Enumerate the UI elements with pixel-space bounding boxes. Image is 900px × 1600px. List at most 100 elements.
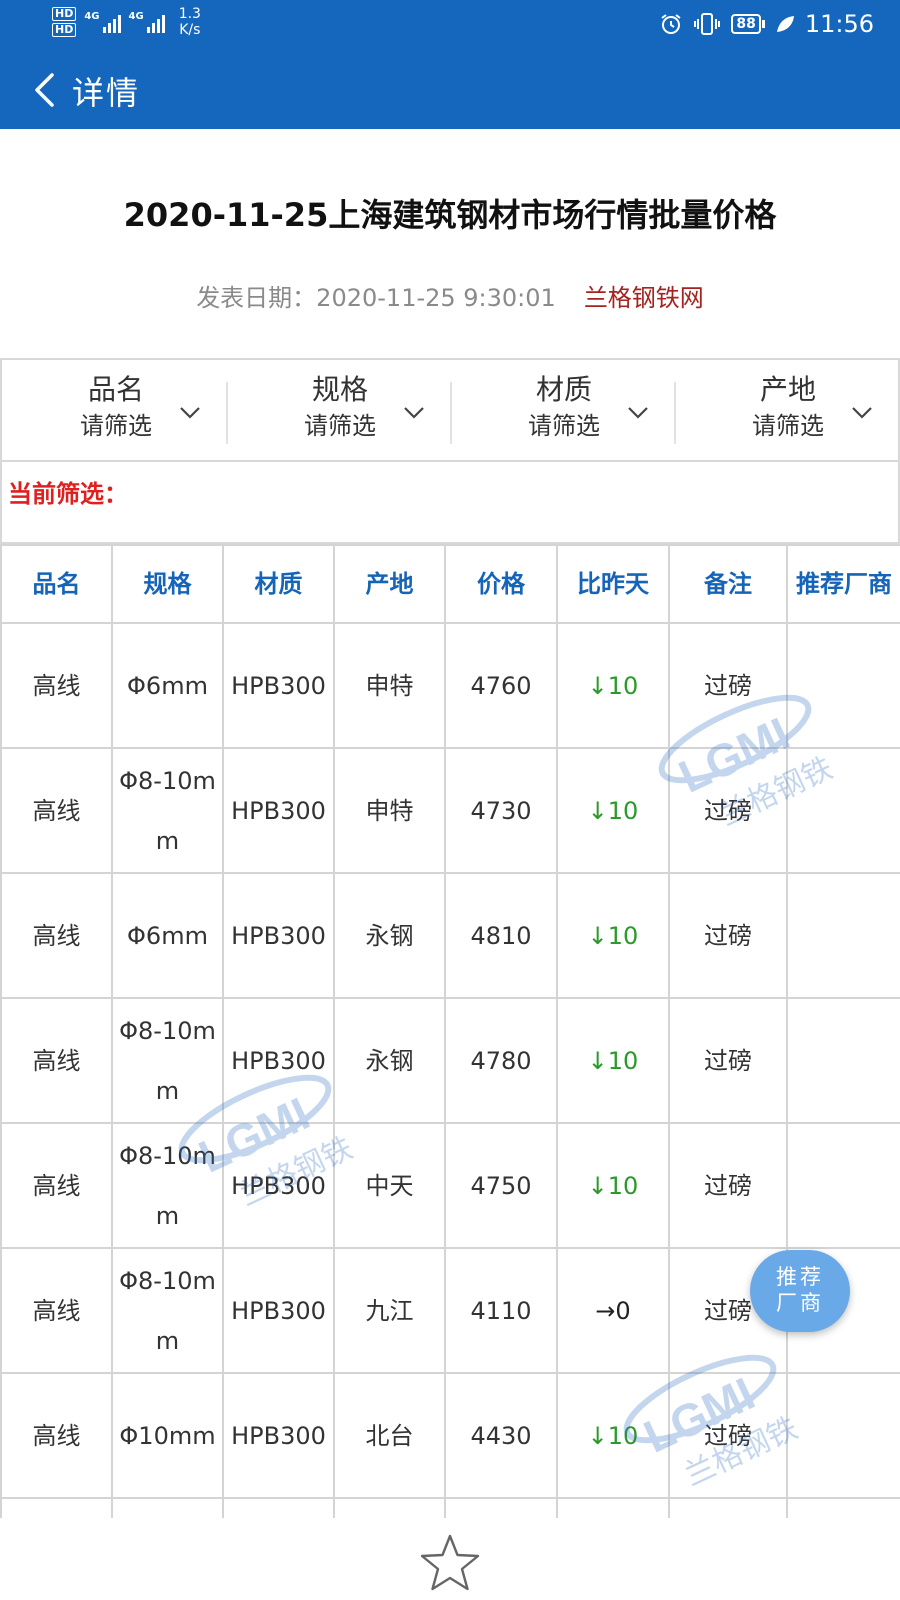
nav-bar: 详情 bbox=[0, 62, 900, 118]
app-header: HD HD 4G 4G 1.3 K/s 88 11:56 详情 bbox=[0, 0, 900, 129]
cell-origin: 申特 bbox=[333, 622, 446, 749]
table-row: 高线 Φ6mm HPB300 永钢 4810 ↓10 过磅 bbox=[0, 872, 900, 999]
filter-bar: 品名 请筛选 规格 请筛选 材质 请筛选 产地 请筛选 bbox=[0, 358, 900, 462]
chevron-down-icon bbox=[180, 407, 200, 419]
status-bar: HD HD 4G 4G 1.3 K/s 88 11:56 bbox=[0, 0, 900, 52]
cell-note: 过磅 bbox=[668, 1122, 788, 1249]
col-header-price: 价格 bbox=[444, 544, 558, 624]
chevron-down-icon bbox=[404, 407, 424, 419]
col-header-change: 比昨天 bbox=[556, 544, 670, 624]
cell-note: 过磅 bbox=[668, 747, 788, 874]
price-table: 品名 规格 材质 产地 价格 比昨天 备注 推荐厂商 高线 Φ6mm HPB30… bbox=[0, 544, 900, 1518]
net1-label: 4G bbox=[84, 11, 100, 22]
table-row: 高线 Φ6mm HPB300 申特 4760 ↓10 过磅 bbox=[0, 622, 900, 749]
signal2-icon: 4G bbox=[129, 11, 165, 33]
cell-origin: 永钢 bbox=[333, 872, 446, 999]
publish-date: 发表日期：2020-11-25 9:30:01 bbox=[196, 284, 556, 312]
bottom-bar bbox=[0, 1518, 900, 1600]
cell-origin: 永钢 bbox=[333, 997, 446, 1124]
filter-spec[interactable]: 规格 请筛选 bbox=[226, 360, 450, 460]
cell-note: 过磅 bbox=[668, 872, 788, 999]
cell-name: 高线 bbox=[0, 997, 113, 1124]
cell-material: HPB300 bbox=[222, 1372, 335, 1499]
cell-spec: Φ8-10mm bbox=[111, 997, 224, 1124]
cell-spec: Φ8-10mm bbox=[111, 1247, 224, 1374]
cell-origin: 九江 bbox=[333, 1247, 446, 1374]
net2-label: 4G bbox=[128, 11, 144, 22]
filter-material[interactable]: 材质 请筛选 bbox=[450, 360, 674, 460]
table-row: 高线 Φ8-10mm HPB300 中天 4750 ↓10 过磅 bbox=[0, 1122, 900, 1249]
cell-vendor bbox=[786, 1372, 900, 1499]
speed-value: 1.3 bbox=[178, 6, 201, 22]
cell-origin: 中天 bbox=[333, 1122, 446, 1249]
cell-origin: 北台 bbox=[333, 1372, 446, 1499]
hd2-badge: HD bbox=[52, 23, 77, 37]
cell-spec: Φ8-10mm bbox=[111, 1122, 224, 1249]
speed-unit: K/s bbox=[179, 22, 201, 38]
cell-change: →0 bbox=[556, 1247, 670, 1374]
cell-note bbox=[668, 1497, 788, 1518]
battery-level: 88 bbox=[731, 14, 761, 34]
filter-label: 材质 bbox=[535, 373, 592, 406]
signal1-icon: 4G bbox=[84, 11, 121, 33]
cell-name: 高线 bbox=[0, 747, 113, 874]
price-table-container[interactable]: 品名 规格 材质 产地 价格 比昨天 备注 推荐厂商 高线 Φ6mm HPB30… bbox=[0, 544, 900, 1518]
cell-change: ↓10 bbox=[556, 1122, 670, 1249]
table-row: 高线 bbox=[0, 1497, 900, 1518]
cell-note: 过磅 bbox=[668, 622, 788, 749]
cell-price: 4730 bbox=[444, 747, 558, 874]
cell-change: ↓10 bbox=[556, 1372, 670, 1499]
cell-name: 高线 bbox=[0, 1122, 113, 1249]
cell-origin bbox=[333, 1497, 446, 1518]
cell-change: ↓10 bbox=[556, 622, 670, 749]
filter-name[interactable]: 品名 请筛选 bbox=[2, 360, 226, 460]
table-row: 高线 Φ8-10mm HPB300 永钢 4780 ↓10 过磅 bbox=[0, 997, 900, 1124]
current-filter-row: 当前筛选： bbox=[0, 462, 900, 544]
leaf-icon bbox=[776, 16, 794, 32]
cell-spec bbox=[111, 1497, 224, 1518]
cell-material: HPB300 bbox=[222, 1122, 335, 1249]
article-source[interactable]: 兰格钢铁网 bbox=[584, 284, 704, 312]
current-filter-label: 当前筛选： bbox=[8, 480, 128, 508]
cell-name: 高线 bbox=[0, 622, 113, 749]
cell-spec: Φ6mm bbox=[111, 622, 224, 749]
cell-name: 高线 bbox=[0, 1497, 113, 1518]
nav-title: 详情 bbox=[72, 74, 141, 112]
cell-vendor bbox=[786, 1497, 900, 1518]
cell-price bbox=[444, 1497, 558, 1518]
cell-name: 高线 bbox=[0, 1247, 113, 1374]
cell-material bbox=[222, 1497, 335, 1518]
cell-change bbox=[556, 1497, 670, 1518]
filter-label: 规格 bbox=[311, 373, 368, 406]
status-right: 88 11:56 bbox=[659, 10, 874, 38]
cell-material: HPB300 bbox=[222, 747, 335, 874]
cell-name: 高线 bbox=[0, 872, 113, 999]
col-header-name: 品名 bbox=[0, 544, 113, 624]
cell-price: 4780 bbox=[444, 997, 558, 1124]
cell-material: HPB300 bbox=[222, 872, 335, 999]
network-speed: 1.3 K/s bbox=[179, 6, 201, 38]
cell-price: 4810 bbox=[444, 872, 558, 999]
cell-price: 4110 bbox=[444, 1247, 558, 1374]
cell-spec: Φ6mm bbox=[111, 872, 224, 999]
cell-spec: Φ10mm bbox=[111, 1372, 224, 1499]
cell-note: 过磅 bbox=[668, 1372, 788, 1499]
table-header-row: 品名 规格 材质 产地 价格 比昨天 备注 推荐厂商 bbox=[0, 544, 900, 624]
recommend-vendor-button[interactable]: 推荐 厂商 bbox=[750, 1250, 850, 1332]
table-row: 高线 Φ8-10mm HPB300 申特 4730 ↓10 过磅 bbox=[0, 747, 900, 874]
filter-origin[interactable]: 产地 请筛选 bbox=[674, 360, 898, 460]
hd1-badge: HD bbox=[52, 7, 77, 21]
star-outline-icon[interactable] bbox=[418, 1532, 482, 1594]
cell-change: ↓10 bbox=[556, 997, 670, 1124]
hd-indicators: HD HD bbox=[52, 7, 77, 37]
cell-spec: Φ8-10mm bbox=[111, 747, 224, 874]
filter-label: 品名 bbox=[87, 373, 144, 406]
col-header-origin: 产地 bbox=[333, 544, 446, 624]
cell-price: 4430 bbox=[444, 1372, 558, 1499]
cell-vendor bbox=[786, 872, 900, 999]
cell-material: HPB300 bbox=[222, 997, 335, 1124]
back-chevron-icon[interactable] bbox=[30, 72, 60, 108]
alarm-icon bbox=[661, 14, 681, 34]
fab-line1: 推荐 bbox=[776, 1265, 824, 1289]
cell-vendor bbox=[786, 747, 900, 874]
